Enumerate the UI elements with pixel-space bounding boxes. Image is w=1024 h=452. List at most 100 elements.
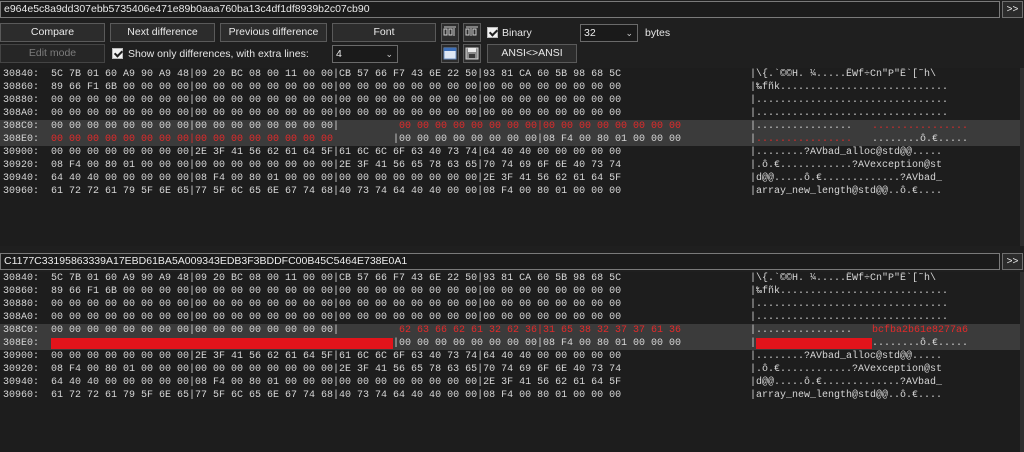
binary-file-icon — [443, 26, 456, 36]
hex-address: 30960: — [3, 390, 40, 401]
save-icon-button[interactable] — [463, 44, 481, 63]
top-go-button[interactable]: >> — [1002, 1, 1023, 18]
hex-address: 30900: — [3, 147, 40, 158]
hex-address: 30880: — [3, 299, 40, 310]
hex-bytes: 00 00 00 00 00 00 00 00|2E 3F 41 56 62 6… — [51, 147, 622, 158]
hex-row[interactable]: 30860: 89 66 F1 6B 00 00 00 00|00 00 00 0… — [0, 285, 1024, 298]
next-difference-button[interactable]: Next difference — [110, 23, 215, 42]
hex-bytes-diff: 00 00 00 00 00 00 00 00|00 00 00 00 00 0… — [51, 134, 334, 145]
ascii-text: |‰fñk............................ — [750, 82, 949, 93]
hex-address: 30860: — [3, 286, 40, 297]
hex-row[interactable]: 30880: 00 00 00 00 00 00 00 00|00 00 00 0… — [0, 298, 1024, 311]
ascii-text-diff: ................ — [872, 121, 969, 132]
hex-address: 30960: — [3, 186, 40, 197]
hex-bytes: 89 66 F1 6B 00 00 00 00|00 00 00 00 00 0… — [51, 82, 622, 93]
ascii-text: |................ — [750, 121, 853, 132]
layout-icon-button[interactable] — [441, 44, 459, 63]
ascii-text: |\{.`©©H. ¼.....ËWf÷Cn"P"Ê`[˜h\ — [750, 69, 937, 80]
hex-row[interactable]: 30840: 5C 7B 01 60 A9 90 A9 48|09 20 BC 0… — [0, 272, 1024, 285]
compare-button[interactable]: Compare — [0, 23, 105, 42]
hex-row[interactable]: 30940: 64 40 40 00 00 00 00 00|08 F4 00 8… — [0, 376, 1024, 389]
hex-row[interactable]: 308C0: 00 00 00 00 00 00 00 00|00 00 00 0… — [0, 120, 1024, 133]
top-hex-view[interactable]: 30840: 5C 7B 01 60 A9 90 A9 48|09 20 BC 0… — [0, 68, 1024, 246]
hex-bytes: 61 72 72 61 79 5F 6E 65|77 5F 6C 65 6E 6… — [51, 390, 622, 401]
hex-row[interactable]: 308A0: 00 00 00 00 00 00 00 00|00 00 00 0… — [0, 311, 1024, 324]
ascii-text: |array_new_length@std@@..ô.€.... — [750, 390, 943, 401]
hex-bytes: 00 00 00 00 00 00 00 00|00 00 00 00 00 0… — [51, 95, 622, 106]
ascii-text: ........ô.€..... — [872, 134, 969, 145]
bytes-value: 32 — [584, 27, 596, 39]
hex-bytes-diff: |00 00 00 00 00 00 00 00|08 F4 00 80 01 … — [393, 134, 682, 145]
hex-bytes: 00 00 00 00 00 00 00 00|00 00 00 00 00 0… — [51, 108, 622, 119]
hex-row[interactable]: 30880: 00 00 00 00 00 00 00 00|00 00 00 0… — [0, 94, 1024, 107]
binary-checkbox[interactable] — [487, 27, 498, 38]
hex-address: 30860: — [3, 82, 40, 93]
ascii-text: |................................ — [750, 108, 949, 119]
encoding-button[interactable]: ANSI<>ANSI — [487, 44, 577, 63]
ascii-text: |d@@.....ô.€.............?AVbad_ — [750, 173, 943, 184]
binary-file-icon — [465, 26, 478, 36]
extra-lines-select[interactable]: 4 ⌄ — [332, 45, 398, 63]
ascii-text: |........?AVbad_alloc@std@@..... — [750, 351, 943, 362]
hex-row[interactable]: 30900: 00 00 00 00 00 00 00 00|2E 3F 41 5… — [0, 350, 1024, 363]
top-file-path[interactable]: e964e5c8a9dd307ebb5735406e471e89b0aaa760… — [0, 1, 1000, 18]
edit-mode-button[interactable]: Edit mode — [0, 44, 105, 63]
show-only-differences-label: Show only differences, with extra lines: — [128, 48, 309, 60]
missing-ascii-marker — [756, 338, 872, 349]
bytes-label: bytes — [645, 27, 671, 39]
ascii-text: |................................ — [750, 95, 949, 106]
hex-bytes: 08 F4 00 80 01 00 00 00|00 00 00 00 00 0… — [51, 364, 622, 375]
hex-row[interactable]: 308E0: 00 00 00 00 00 00 00 00|00 00 00 0… — [0, 133, 1024, 146]
hex-bytes: 00 00 00 00 00 00 00 00|00 00 00 00 00 0… — [51, 312, 622, 323]
hex-bytes-diff: 62 63 66 62 61 32 62 36|31 65 38 32 37 3… — [399, 325, 682, 336]
chevron-down-icon: ⌄ — [385, 49, 393, 59]
hex-row[interactable]: 30960: 61 72 72 61 79 5F 6E 65|77 5F 6C 6… — [0, 185, 1024, 198]
hex-row[interactable]: 30840: 5C 7B 01 60 A9 90 A9 48|09 20 BC 0… — [0, 68, 1024, 81]
hex-bytes: 89 66 F1 6B 00 00 00 00|00 00 00 00 00 0… — [51, 286, 622, 297]
hex-row[interactable]: 30960: 61 72 72 61 79 5F 6E 65|77 5F 6C 6… — [0, 389, 1024, 402]
ascii-text: |\{.`©©H. ¼.....ËWf÷Cn"P"Ê`[˜h\ — [750, 273, 937, 284]
bottom-hex-view[interactable]: 30840: 5C 7B 01 60 A9 90 A9 48|09 20 BC 0… — [0, 272, 1024, 452]
hex-address: 308C0: — [3, 121, 40, 132]
hex-row[interactable]: 30900: 00 00 00 00 00 00 00 00|2E 3F 41 5… — [0, 146, 1024, 159]
window-layout-icon — [443, 47, 457, 60]
hex-bytes-diff: 00 00 00 00 00 00 00 00|00 00 00 00 00 0… — [399, 121, 682, 132]
top-scrollbar[interactable] — [1020, 68, 1024, 246]
hex-bytes: 00 00 00 00 00 00 00 00|00 00 00 00 00 0… — [51, 325, 340, 336]
ascii-text: |................................ — [750, 299, 949, 310]
hex-address: 308A0: — [3, 312, 40, 323]
previous-difference-button[interactable]: Previous difference — [220, 23, 327, 42]
hex-row[interactable]: 30860: 89 66 F1 6B 00 00 00 00|00 00 00 0… — [0, 81, 1024, 94]
ascii-text: |................ — [750, 325, 853, 336]
hex-address: 30900: — [3, 351, 40, 362]
hex-bytes: 5C 7B 01 60 A9 90 A9 48|09 20 BC 08 00 1… — [51, 69, 622, 80]
ascii-text-diff: bcfba2b61e8277a6 — [872, 325, 969, 336]
hex-address: 30840: — [3, 273, 40, 284]
hex-address: 308E0: — [3, 338, 40, 349]
ascii-text: |array_new_length@std@@..ô.€.... — [750, 186, 943, 197]
hex-row[interactable]: 30940: 64 40 40 00 00 00 00 00|08 F4 00 8… — [0, 172, 1024, 185]
hex-row[interactable]: 308A0: 00 00 00 00 00 00 00 00|00 00 00 0… — [0, 107, 1024, 120]
hex-address: 308C0: — [3, 325, 40, 336]
hex-row[interactable]: 30920: 08 F4 00 80 01 00 00 00|00 00 00 0… — [0, 363, 1024, 376]
hex-address: 308E0: — [3, 134, 40, 145]
hex-bytes: 00 00 00 00 00 00 00 00|00 00 00 00 00 0… — [51, 299, 622, 310]
hex-bytes: 5C 7B 01 60 A9 90 A9 48|09 20 BC 08 00 1… — [51, 273, 622, 284]
bottom-file-path[interactable]: C1177C33195863339A17EBD61BA5A009343EDB3F… — [0, 253, 1000, 270]
ascii-text: |................................ — [750, 312, 949, 323]
bottom-scrollbar[interactable] — [1020, 272, 1024, 452]
hex-row[interactable]: 30920: 08 F4 00 80 01 00 00 00|00 00 00 0… — [0, 159, 1024, 172]
bytes-select[interactable]: 32 ⌄ — [580, 24, 638, 42]
hex-row[interactable]: 308C0: 00 00 00 00 00 00 00 00|00 00 00 0… — [0, 324, 1024, 337]
ascii-text: ........ô.€..... — [872, 338, 969, 349]
left-file-icon-button[interactable] — [441, 23, 459, 42]
right-file-icon-button[interactable] — [463, 23, 481, 42]
hex-address: 30920: — [3, 364, 40, 375]
hex-bytes: 00 00 00 00 00 00 00 00|2E 3F 41 56 62 6… — [51, 351, 622, 362]
font-button[interactable]: Font — [332, 23, 436, 42]
save-icon — [465, 47, 479, 60]
hex-row[interactable]: 308E0: |00 00 00 00 00 00 00 00|08 F4 00 … — [0, 337, 1024, 350]
show-only-differences-checkbox[interactable] — [112, 48, 123, 59]
hex-address: 30920: — [3, 160, 40, 171]
bottom-go-button[interactable]: >> — [1002, 253, 1023, 270]
